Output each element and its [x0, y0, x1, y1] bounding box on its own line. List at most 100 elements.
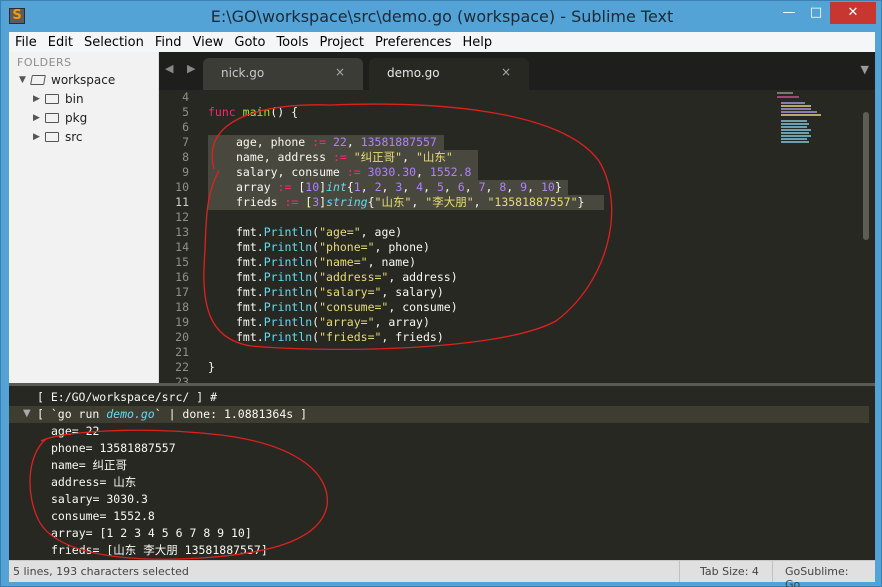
line-number: 7	[182, 135, 189, 149]
line-number: 12	[175, 210, 189, 224]
output-line: array= [1 2 3 4 5 6 7 8 9 10]	[51, 526, 252, 540]
menu-view[interactable]: View	[187, 35, 229, 50]
title-bar[interactable]: S E:\GO\workspace\src\demo.go (workspace…	[1, 1, 882, 32]
minimize-button[interactable]: —	[776, 2, 802, 24]
tab-label: nick.go	[221, 66, 265, 80]
line-number: 19	[175, 315, 189, 329]
output-line: age= 22	[51, 424, 100, 438]
line-number: 21	[175, 345, 189, 359]
sidebar-item-label: bin	[65, 91, 84, 106]
line-number: 8	[182, 150, 189, 164]
line-number-current: 11	[175, 195, 189, 209]
code-line: }	[208, 360, 215, 374]
code-line: func main() {	[208, 105, 299, 119]
line-number: 13	[175, 225, 189, 239]
code-line: fmt.Println("address=", address)	[236, 270, 458, 284]
chevron-down-icon[interactable]: ▼	[19, 75, 31, 85]
line-number: 16	[175, 270, 189, 284]
selection-status: 5 lines, 193 characters selected	[13, 565, 189, 578]
line-number: 6	[182, 120, 189, 134]
sidebar-item-label: pkg	[65, 110, 88, 125]
folders-header: FOLDERS	[17, 56, 72, 69]
line-number: 22	[175, 360, 189, 374]
sidebar-item-src[interactable]: ▶ src	[33, 127, 83, 146]
menu-project[interactable]: Project	[313, 35, 368, 50]
menu-file[interactable]: File	[9, 35, 42, 50]
output-line: consume= 1552.8	[51, 509, 155, 523]
code-line: age, phone := 22, 13581887557	[236, 135, 437, 149]
window-title: E:\GO\workspace\src\demo.go (workspace) …	[210, 7, 674, 26]
status-bar: 5 lines, 193 characters selected Tab Siz…	[9, 560, 875, 587]
tab-demo-go[interactable]: demo.go ×	[369, 58, 529, 90]
code-line: array := [10]int{1, 2, 3, 4, 5, 6, 7, 8,…	[236, 180, 562, 194]
code-line: fmt.Println("array=", array)	[236, 315, 430, 329]
line-number: 9	[182, 165, 189, 179]
menu-goto[interactable]: Goto	[228, 35, 270, 50]
window-frame: S E:\GO\workspace\src\demo.go (workspace…	[0, 0, 882, 587]
output-command: [ `go run demo.go` | done: 1.0881364s ]	[37, 407, 308, 421]
close-button[interactable]: ✕	[830, 2, 876, 24]
output-line: salary= 3030.3	[51, 492, 148, 506]
line-number: 15	[175, 255, 189, 269]
code-line: fmt.Println("name=", name)	[236, 255, 417, 269]
tab-bar: ◀ ▶ nick.go × demo.go × ▼	[159, 52, 875, 90]
line-number: 18	[175, 300, 189, 314]
folder-icon	[45, 112, 59, 123]
sidebar: FOLDERS ▼ workspace ▶ bin ▶ pkg ▶ src	[9, 52, 159, 383]
tab-nick-go[interactable]: nick.go ×	[203, 58, 363, 90]
sidebar-item-bin[interactable]: ▶ bin	[33, 89, 84, 108]
close-icon[interactable]: ×	[335, 65, 345, 79]
sidebar-item-label: workspace	[51, 72, 116, 87]
line-number: 4	[182, 90, 189, 104]
output-line: address= 山东	[51, 475, 137, 489]
line-number: 17	[175, 285, 189, 299]
code-line: name, address := "纠正哥", "山东"	[236, 150, 453, 164]
code-line: fmt.Println("salary=", salary)	[236, 285, 444, 299]
tab-label: demo.go	[387, 66, 440, 80]
line-number: 20	[175, 330, 189, 344]
sidebar-item-label: src	[65, 129, 83, 144]
code-editor[interactable]: 4 5 6 7 8 9 10 11 12 13 14 15 16 17 18 1…	[159, 90, 875, 383]
line-number: 23	[175, 375, 189, 383]
close-icon[interactable]: ×	[501, 65, 511, 79]
output-line: phone= 13581887557	[51, 441, 176, 455]
build-output-panel[interactable]: [ E:/GO/workspace/src/ ] # ▼ [ `go run d…	[9, 386, 875, 560]
sidebar-item-pkg[interactable]: ▶ pkg	[33, 108, 87, 127]
line-number: 14	[175, 240, 189, 254]
code-line: fmt.Println("phone=", phone)	[236, 240, 430, 254]
line-number: 5	[182, 105, 189, 119]
chevron-right-icon[interactable]: ▶	[33, 94, 45, 104]
menu-edit[interactable]: Edit	[42, 35, 78, 50]
menu-help[interactable]: Help	[456, 35, 497, 50]
menu-find[interactable]: Find	[149, 35, 187, 50]
output-line: frieds= [山东 李大朋 13581887557]	[51, 543, 268, 557]
main-area: FOLDERS ▼ workspace ▶ bin ▶ pkg ▶ src ◀ …	[9, 52, 875, 560]
code-area[interactable]: func main() { age, phone := 22, 13581887…	[208, 90, 808, 383]
code-line: fmt.Println("frieds=", frieds)	[236, 330, 444, 344]
code-line: fmt.Println("age=", age)	[236, 225, 403, 239]
syntax-selector[interactable]: GoSublime: Go	[772, 561, 875, 587]
line-number: 10	[175, 180, 189, 194]
code-line: fmt.Println("consume=", consume)	[236, 300, 458, 314]
menu-tools[interactable]: Tools	[270, 35, 313, 50]
line-gutter: 4 5 6 7 8 9 10 11 12 13 14 15 16 17 18 1…	[159, 90, 195, 383]
sidebar-item-workspace[interactable]: ▼ workspace	[19, 70, 115, 89]
menu-preferences[interactable]: Preferences	[369, 35, 456, 50]
chevron-down-icon[interactable]: ▼	[23, 408, 31, 419]
output-header: [ E:/GO/workspace/src/ ] #	[37, 390, 218, 404]
folder-icon	[45, 131, 59, 142]
folder-icon	[45, 93, 59, 104]
menu-bar: File Edit Selection Find View Goto Tools…	[9, 32, 875, 52]
editor-scrollbar[interactable]	[863, 112, 869, 240]
folder-open-icon	[30, 74, 46, 85]
tab-nav-arrows-icon[interactable]: ◀ ▶	[165, 62, 200, 75]
tab-dropdown-icon[interactable]: ▼	[861, 63, 869, 76]
code-line: frieds := [3]string{"山东", "李大朋", "135818…	[236, 195, 585, 209]
maximize-button[interactable]: □	[803, 2, 829, 24]
minimap[interactable]	[777, 90, 847, 150]
menu-selection[interactable]: Selection	[78, 35, 149, 50]
chevron-right-icon[interactable]: ▶	[33, 113, 45, 123]
output-line: name= 纠正哥	[51, 458, 128, 472]
tab-size-selector[interactable]: Tab Size: 4	[679, 561, 767, 582]
chevron-right-icon[interactable]: ▶	[33, 132, 45, 142]
